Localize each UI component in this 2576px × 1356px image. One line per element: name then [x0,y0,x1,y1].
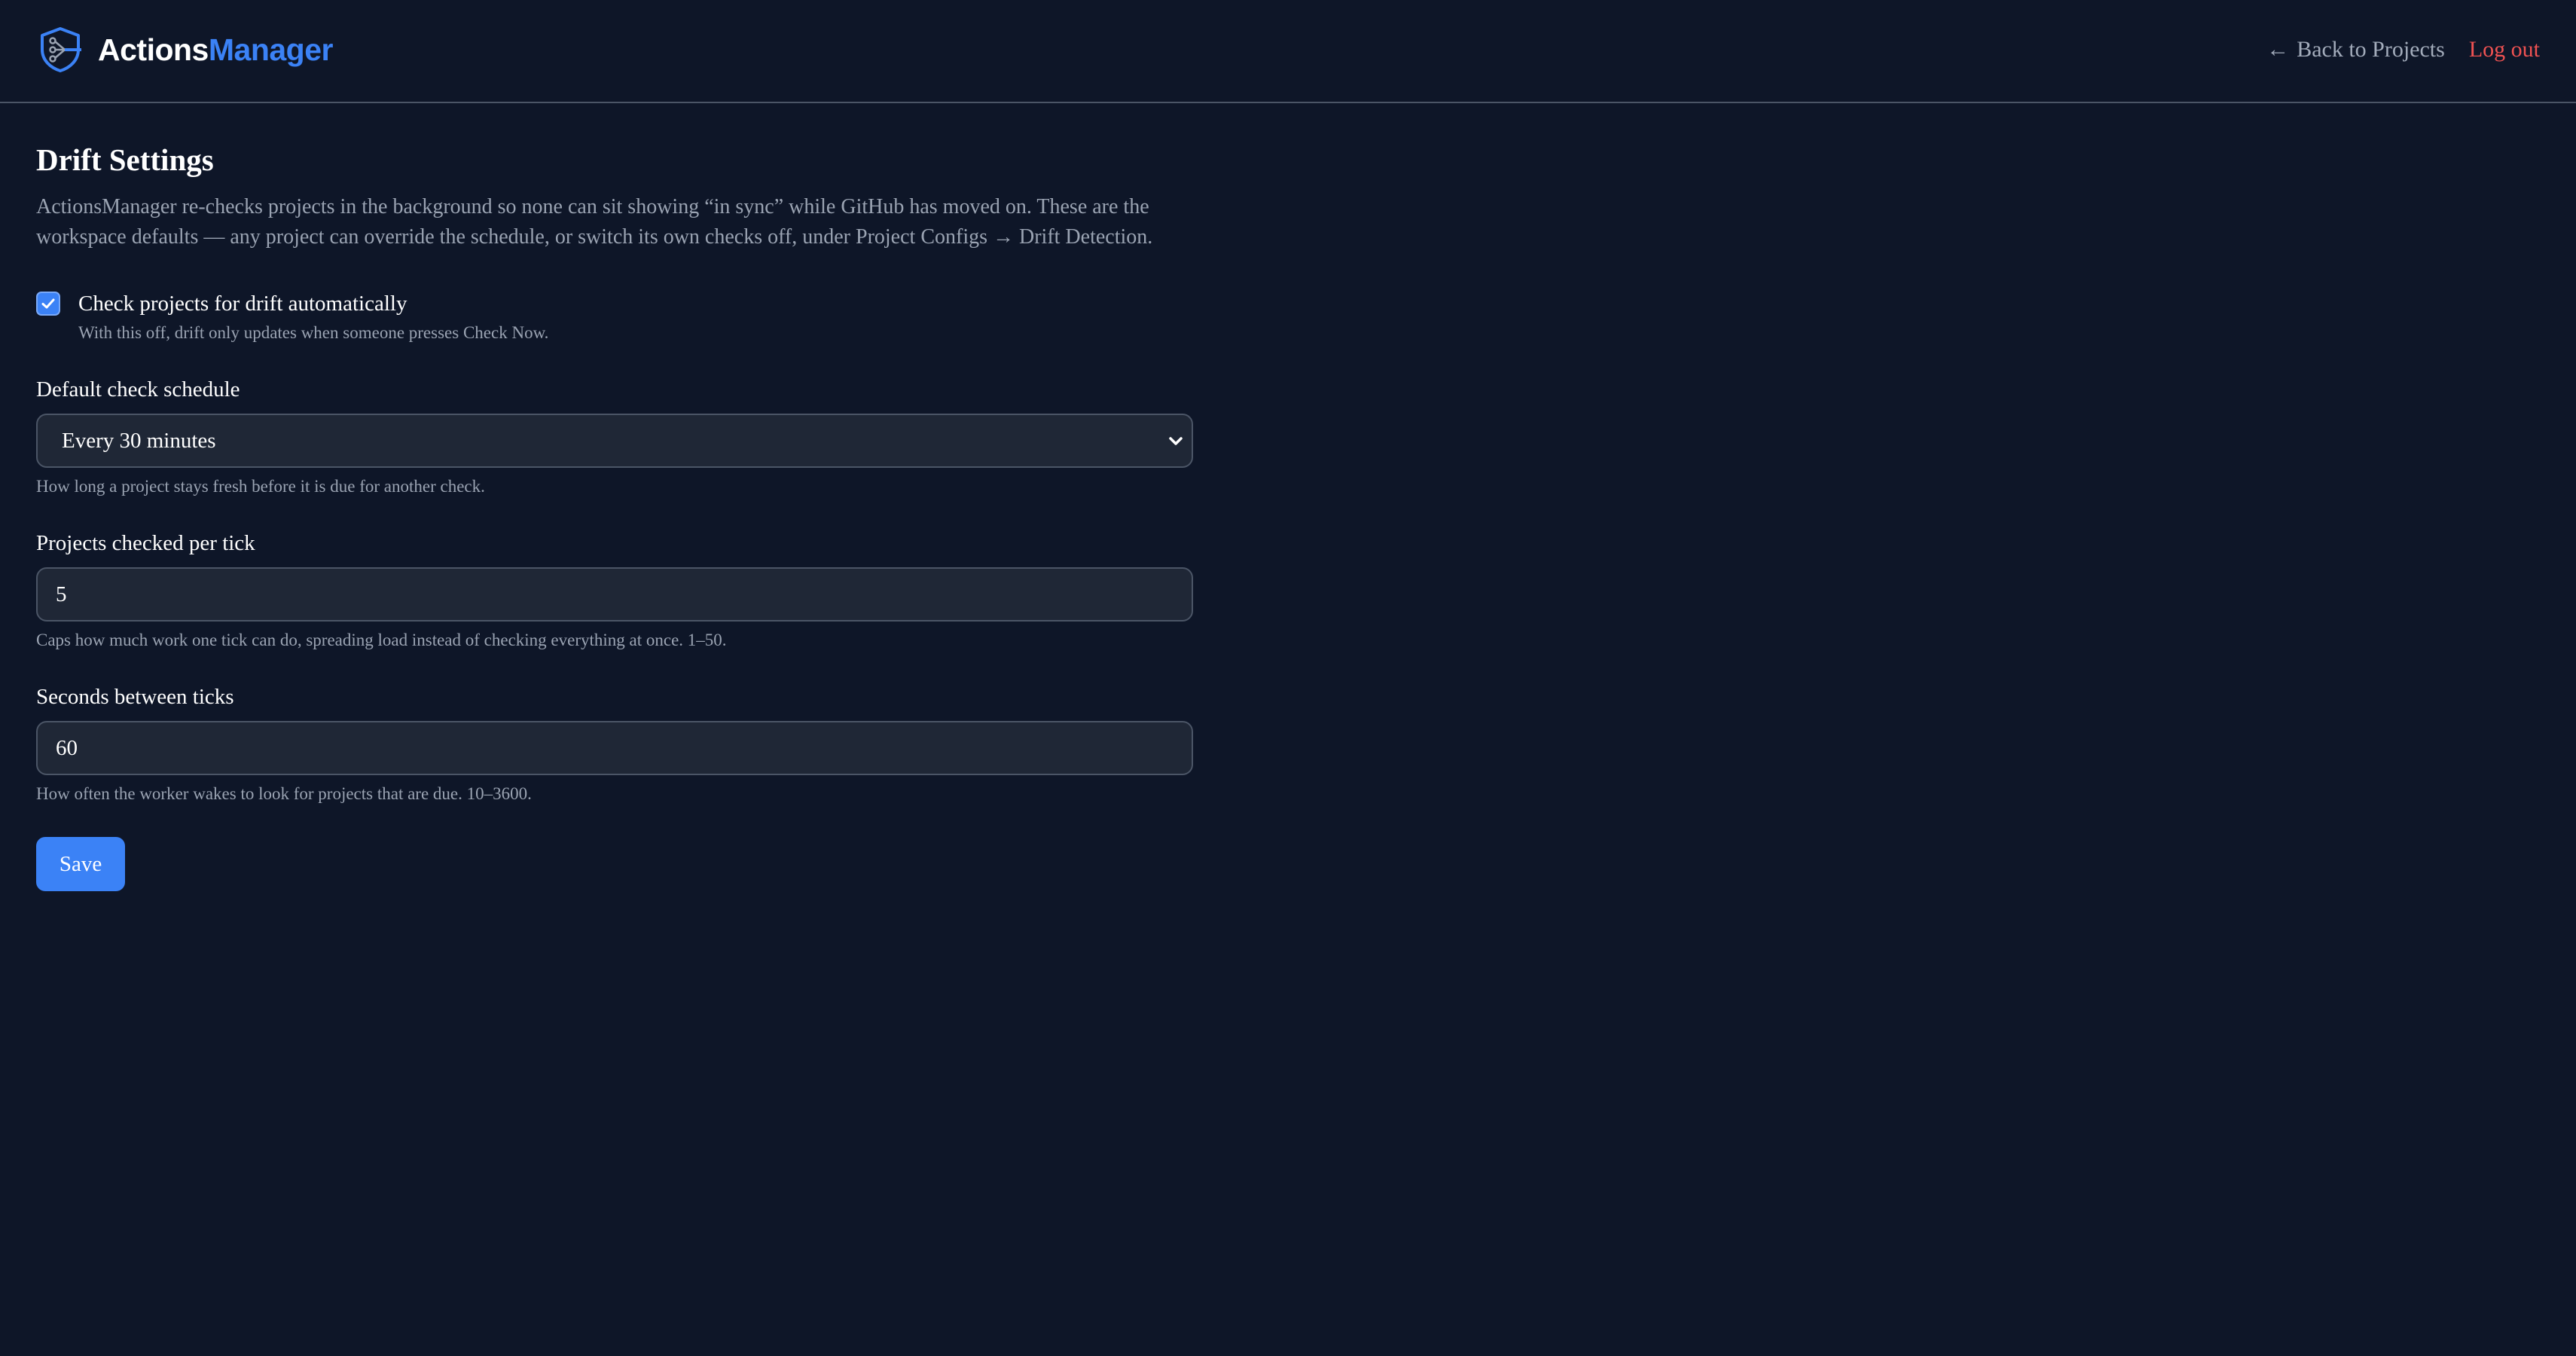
checkmark-icon [41,298,55,309]
tick-interval-label: Seconds between ticks [36,685,234,709]
brand-name-part1: Actions [98,32,209,67]
schedule-help: How long a project stays fresh before it… [36,477,485,496]
app-header: ActionsManager ← Back to Projects Log ou… [0,0,2576,103]
auto-check-text: Check projects for drift automatically W… [78,289,548,344]
tick-interval-help: How often the worker wakes to look for p… [36,784,532,803]
drift-settings-form: Drift Settings ActionsManager re-checks … [36,139,1193,891]
auto-check-label[interactable]: Check projects for drift automatically [78,289,548,319]
logout-link[interactable]: Log out [2469,33,2540,66]
per-tick-help: Caps how much work one tick can do, spre… [36,631,727,649]
auto-check-option: Check projects for drift automatically W… [36,289,1193,344]
brand-name-part2: Manager [208,32,334,67]
auto-check-help: With this off, drift only updates when s… [78,323,549,342]
shield-workflow-icon [41,27,81,72]
brand-name: ActionsManager [98,26,333,74]
arrow-left-icon: ← [2266,37,2290,62]
per-tick-field: Projects checked per tick 5 Caps how muc… [36,528,1193,652]
per-tick-label: Projects checked per tick [36,531,255,555]
save-button[interactable]: Save [36,837,125,891]
back-to-projects-link[interactable]: ← Back to Projects [2266,33,2445,66]
tick-interval-input[interactable]: 60 [36,721,1193,775]
schedule-field: Default check schedule Every 30 minutes … [36,374,1193,498]
page-intro: ActionsManager re-checks projects in the… [36,195,1153,249]
schedule-label: Default check schedule [36,377,240,402]
chevron-down-icon [1169,437,1183,445]
schedule-selected-value: Every 30 minutes [62,428,216,453]
tick-interval-field: Seconds between ticks 60 How often the w… [36,682,1193,805]
back-to-projects-label: Back to Projects [2297,37,2445,62]
schedule-select[interactable]: Every 30 minutes [36,414,1193,468]
per-tick-input[interactable]: 5 [36,567,1193,622]
auto-check-checkbox[interactable] [36,292,60,316]
brand[interactable]: ActionsManager [38,26,333,74]
page-title: Drift Settings [36,142,214,177]
header-nav: ← Back to Projects Log out [2266,33,2540,66]
